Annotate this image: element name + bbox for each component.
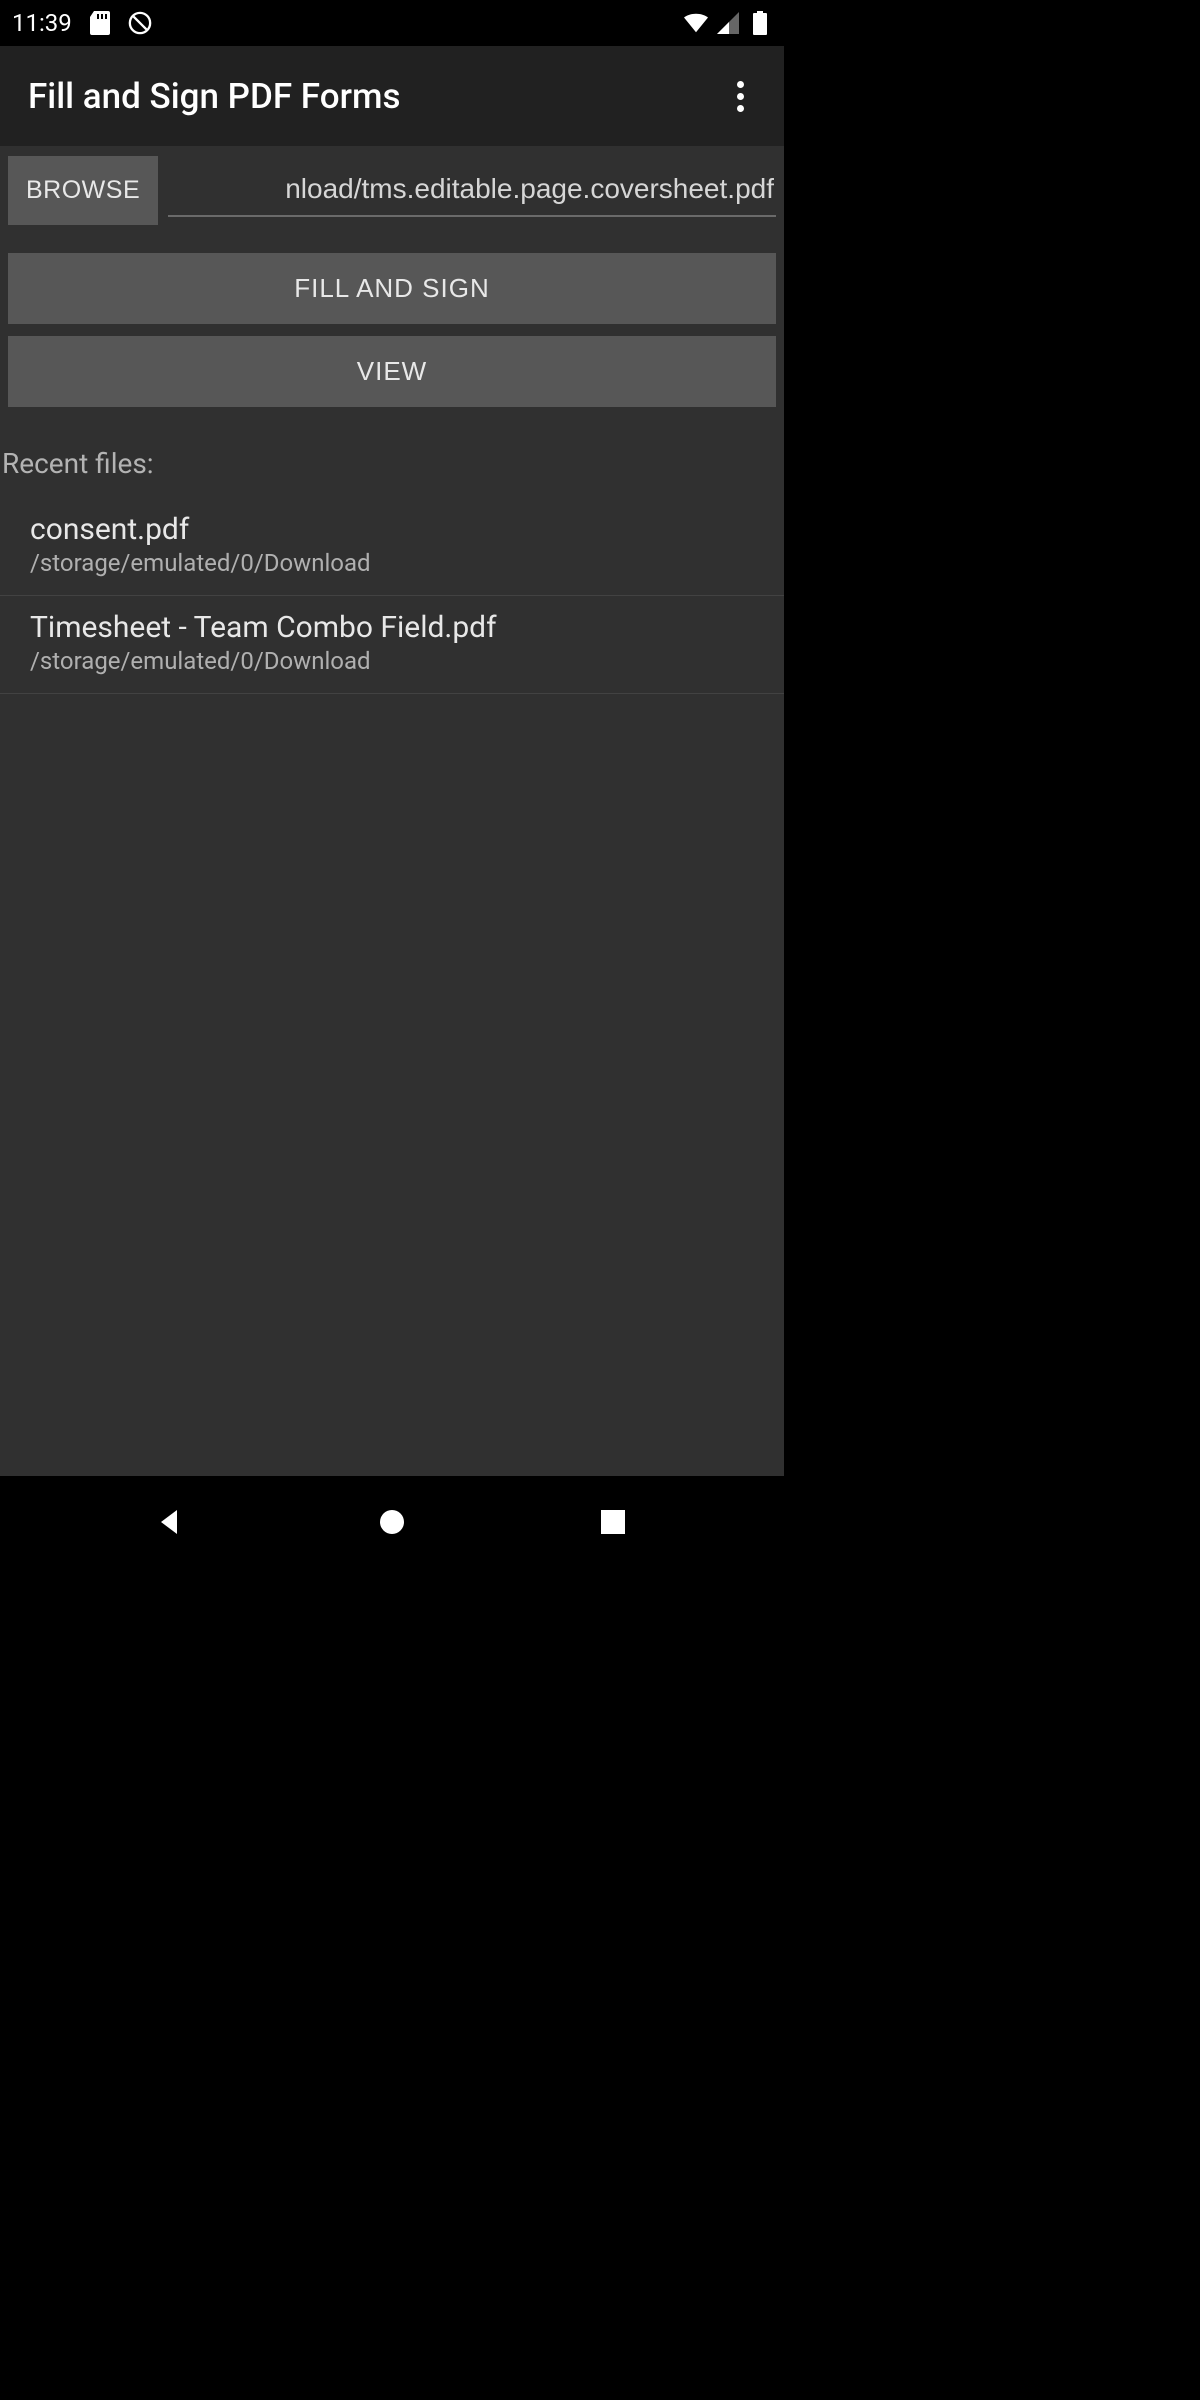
status-right	[684, 11, 772, 35]
back-icon	[157, 1508, 185, 1536]
nav-home-button[interactable]	[362, 1492, 422, 1552]
status-bar: 11:39	[0, 0, 784, 46]
nav-recents-button[interactable]	[583, 1492, 643, 1552]
signal-icon	[716, 11, 740, 35]
status-left: 11:39	[12, 9, 152, 37]
fill-and-sign-button[interactable]: FILL AND SIGN	[8, 253, 776, 324]
main-content: BROWSE FILL AND SIGN VIEW Recent files: …	[0, 146, 784, 1476]
recent-file-name: Timesheet - Team Combo Field.pdf	[30, 610, 754, 645]
file-path-input[interactable]	[168, 165, 776, 217]
recent-file-path: /storage/emulated/0/Download	[30, 647, 754, 675]
recent-file-item[interactable]: consent.pdf /storage/emulated/0/Download	[0, 498, 784, 596]
status-time: 11:39	[12, 9, 72, 37]
app-bar: Fill and Sign PDF Forms	[0, 46, 784, 146]
browse-button[interactable]: BROWSE	[8, 156, 158, 225]
file-selector-row: BROWSE	[0, 146, 784, 231]
navigation-bar	[0, 1476, 784, 1568]
recent-file-path: /storage/emulated/0/Download	[30, 549, 754, 577]
more-vert-icon	[737, 81, 744, 112]
recent-file-name: consent.pdf	[30, 512, 754, 547]
home-icon	[378, 1508, 406, 1536]
dnd-icon	[128, 11, 152, 35]
nav-back-button[interactable]	[141, 1492, 201, 1552]
app-title: Fill and Sign PDF Forms	[28, 76, 400, 117]
recents-icon	[601, 1510, 625, 1534]
recent-files-label: Recent files:	[0, 419, 784, 498]
recent-file-item[interactable]: Timesheet - Team Combo Field.pdf /storag…	[0, 596, 784, 694]
sd-card-icon	[88, 11, 112, 35]
battery-icon	[748, 11, 772, 35]
overflow-menu-button[interactable]	[716, 72, 764, 120]
view-button[interactable]: VIEW	[8, 336, 776, 407]
wifi-icon	[684, 11, 708, 35]
